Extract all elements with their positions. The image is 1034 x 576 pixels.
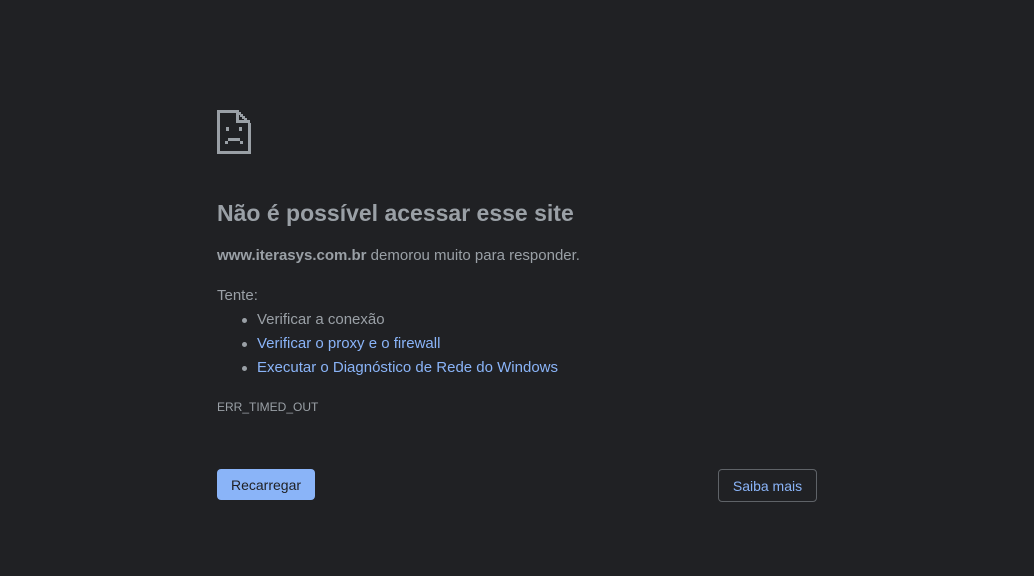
suggestion-proxy-firewall-link[interactable]: Verificar o proxy e o firewall [257,335,440,352]
suggestion-item: Executar o Diagnóstico de Rede do Window… [242,358,558,382]
suggestion-item: Verificar a conexão [242,310,558,334]
error-page: Não é possível acessar esse site www.ite… [0,0,1034,576]
error-summary-text: demorou muito para responder. [366,247,580,264]
error-code: ERR_TIMED_OUT [217,400,319,414]
reload-button[interactable]: Recarregar [217,469,315,500]
sad-page-icon [217,110,251,154]
suggestion-item: Verificar o proxy e o firewall [242,334,558,358]
error-summary: www.iterasys.com.br demorou muito para r… [217,247,580,264]
suggestion-network-diagnostics-link[interactable]: Executar o Diagnóstico de Rede do Window… [257,359,558,376]
error-content: Não é possível acessar esse site www.ite… [217,110,817,414]
suggestion-check-connection: Verificar a conexão [257,311,385,328]
error-host: www.iterasys.com.br [217,247,367,264]
details-button[interactable]: Saiba mais [718,469,817,502]
suggestions-list: Verificar a conexão Verificar o proxy e … [217,310,558,382]
page-title: Não é possível acessar esse site [217,200,574,226]
try-label: Tente: [217,287,258,304]
